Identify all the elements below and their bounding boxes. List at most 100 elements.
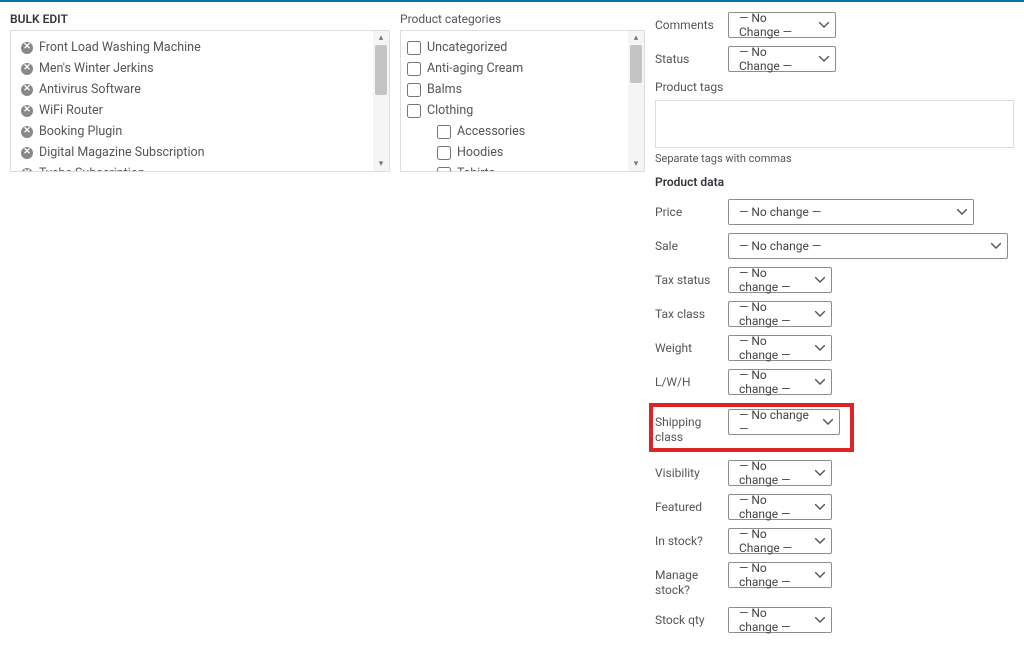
scroll-up-icon[interactable]: ▴ xyxy=(628,31,644,45)
manage-stock-label: Manage stock? xyxy=(655,562,720,599)
list-item-label: Tyche Subscription xyxy=(39,166,145,171)
select-value: — No change — xyxy=(739,334,805,362)
status-label: Status xyxy=(655,46,720,68)
select-value: — No change — xyxy=(739,300,805,328)
list-item: Booking Plugin xyxy=(11,121,389,142)
category-item[interactable]: Tshirts xyxy=(401,163,644,171)
list-item-label: Antivirus Software xyxy=(39,82,141,97)
category-item[interactable]: Accessories xyxy=(401,121,644,142)
product-tags-hint: Separate tags with commas xyxy=(655,152,1014,165)
shipping-class-select[interactable]: — No change — xyxy=(728,409,840,435)
remove-icon[interactable] xyxy=(21,42,33,54)
list-item-label: Front Load Washing Machine xyxy=(39,40,201,55)
category-checkbox[interactable] xyxy=(437,146,451,160)
remove-icon[interactable] xyxy=(21,126,33,138)
remove-icon[interactable] xyxy=(21,168,33,172)
category-item[interactable]: Balms xyxy=(401,79,644,100)
bulk-edit-title: BULK EDIT xyxy=(10,12,390,26)
shipping-class-label: Shipping class xyxy=(655,409,720,446)
select-value: — No change — xyxy=(739,239,821,253)
scrollbar[interactable]: ▴ ▾ xyxy=(628,31,644,171)
chevron-down-icon xyxy=(819,22,829,28)
list-item: Digital Magazine Subscription xyxy=(11,142,389,163)
list-item-label: Booking Plugin xyxy=(39,124,122,139)
chevron-down-icon xyxy=(815,277,825,283)
manage-stock-select[interactable]: — No change — xyxy=(728,562,832,588)
tax-status-select[interactable]: — No change — xyxy=(728,267,832,293)
product-tags-label: Product tags xyxy=(655,80,1014,96)
select-value: — No Change — xyxy=(739,11,809,39)
sale-select[interactable]: — No change — xyxy=(728,233,1008,259)
category-checkbox[interactable] xyxy=(437,125,451,139)
list-item: WiFi Router xyxy=(11,100,389,121)
category-item[interactable]: Uncategorized xyxy=(401,37,644,58)
chevron-down-icon xyxy=(815,345,825,351)
scroll-down-icon[interactable]: ▾ xyxy=(628,157,644,171)
product-tags-input[interactable] xyxy=(655,100,1014,148)
chevron-down-icon xyxy=(815,538,825,544)
visibility-label: Visibility xyxy=(655,460,720,482)
bulk-edit-listbox: Front Load Washing Machine Men's Winter J… xyxy=(10,30,390,172)
category-label: Uncategorized xyxy=(427,40,507,55)
list-item: Tyche Subscription xyxy=(11,163,389,171)
price-select[interactable]: — No change — xyxy=(728,199,974,225)
tax-class-select[interactable]: — No change — xyxy=(728,301,832,327)
select-value: — No change — xyxy=(739,368,805,396)
category-label: Clothing xyxy=(427,103,473,118)
remove-icon[interactable] xyxy=(21,84,33,96)
select-value: — No change — xyxy=(739,408,813,436)
select-value: — No change — xyxy=(739,561,805,589)
chevron-down-icon xyxy=(957,209,967,215)
remove-icon[interactable] xyxy=(21,105,33,117)
stock-qty-select[interactable]: — No change — xyxy=(728,607,832,633)
scroll-up-icon[interactable]: ▴ xyxy=(373,31,389,45)
category-label: Anti-aging Cream xyxy=(427,61,523,76)
chevron-down-icon xyxy=(815,504,825,510)
featured-label: Featured xyxy=(655,494,720,516)
category-checkbox[interactable] xyxy=(407,41,421,55)
category-item[interactable]: Anti-aging Cream xyxy=(401,58,644,79)
category-item[interactable]: Hoodies xyxy=(401,142,644,163)
weight-label: Weight xyxy=(655,335,720,357)
comments-select[interactable]: — No Change — xyxy=(728,12,836,38)
category-label: Hoodies xyxy=(457,145,503,160)
in-stock-select[interactable]: — No Change — xyxy=(728,528,832,554)
select-value: — No change — xyxy=(739,606,805,634)
lwh-select[interactable]: — No change — xyxy=(728,369,832,395)
category-label: Tshirts xyxy=(457,166,495,171)
chevron-down-icon xyxy=(819,56,829,62)
visibility-select[interactable]: — No change — xyxy=(728,460,832,486)
sale-label: Sale xyxy=(655,233,720,255)
category-checkbox[interactable] xyxy=(407,62,421,76)
select-value: — No Change — xyxy=(739,527,805,555)
scrollbar[interactable]: ▴ ▾ xyxy=(373,31,389,171)
chevron-down-icon xyxy=(815,470,825,476)
list-item: Front Load Washing Machine xyxy=(11,37,389,58)
category-item[interactable]: Clothing xyxy=(401,100,644,121)
product-data-heading: Product data xyxy=(655,175,1014,189)
weight-select[interactable]: — No change — xyxy=(728,335,832,361)
chevron-down-icon xyxy=(815,617,825,623)
chevron-down-icon xyxy=(823,419,833,425)
categories-listbox: Uncategorized Anti-aging Cream Balms Clothi… xyxy=(400,30,645,172)
stock-qty-label: Stock qty xyxy=(655,607,720,629)
featured-select[interactable]: — No change — xyxy=(728,494,832,520)
category-checkbox[interactable] xyxy=(437,167,451,172)
remove-icon[interactable] xyxy=(21,63,33,75)
scroll-down-icon[interactable]: ▾ xyxy=(373,157,389,171)
remove-icon[interactable] xyxy=(21,147,33,159)
category-checkbox[interactable] xyxy=(407,83,421,97)
lwh-label: L/W/H xyxy=(655,369,720,391)
list-item-label: Men's Winter Jerkins xyxy=(39,61,154,76)
tax-status-label: Tax status xyxy=(655,267,720,289)
category-label: Balms xyxy=(427,82,462,97)
select-value: — No change — xyxy=(739,459,805,487)
chevron-down-icon xyxy=(991,243,1001,249)
category-checkbox[interactable] xyxy=(407,104,421,118)
list-item-label: WiFi Router xyxy=(39,103,103,118)
list-item: Antivirus Software xyxy=(11,79,389,100)
status-select[interactable]: — No Change — xyxy=(728,46,836,72)
in-stock-label: In stock? xyxy=(655,528,720,550)
tax-class-label: Tax class xyxy=(655,301,720,323)
price-label: Price xyxy=(655,199,720,221)
